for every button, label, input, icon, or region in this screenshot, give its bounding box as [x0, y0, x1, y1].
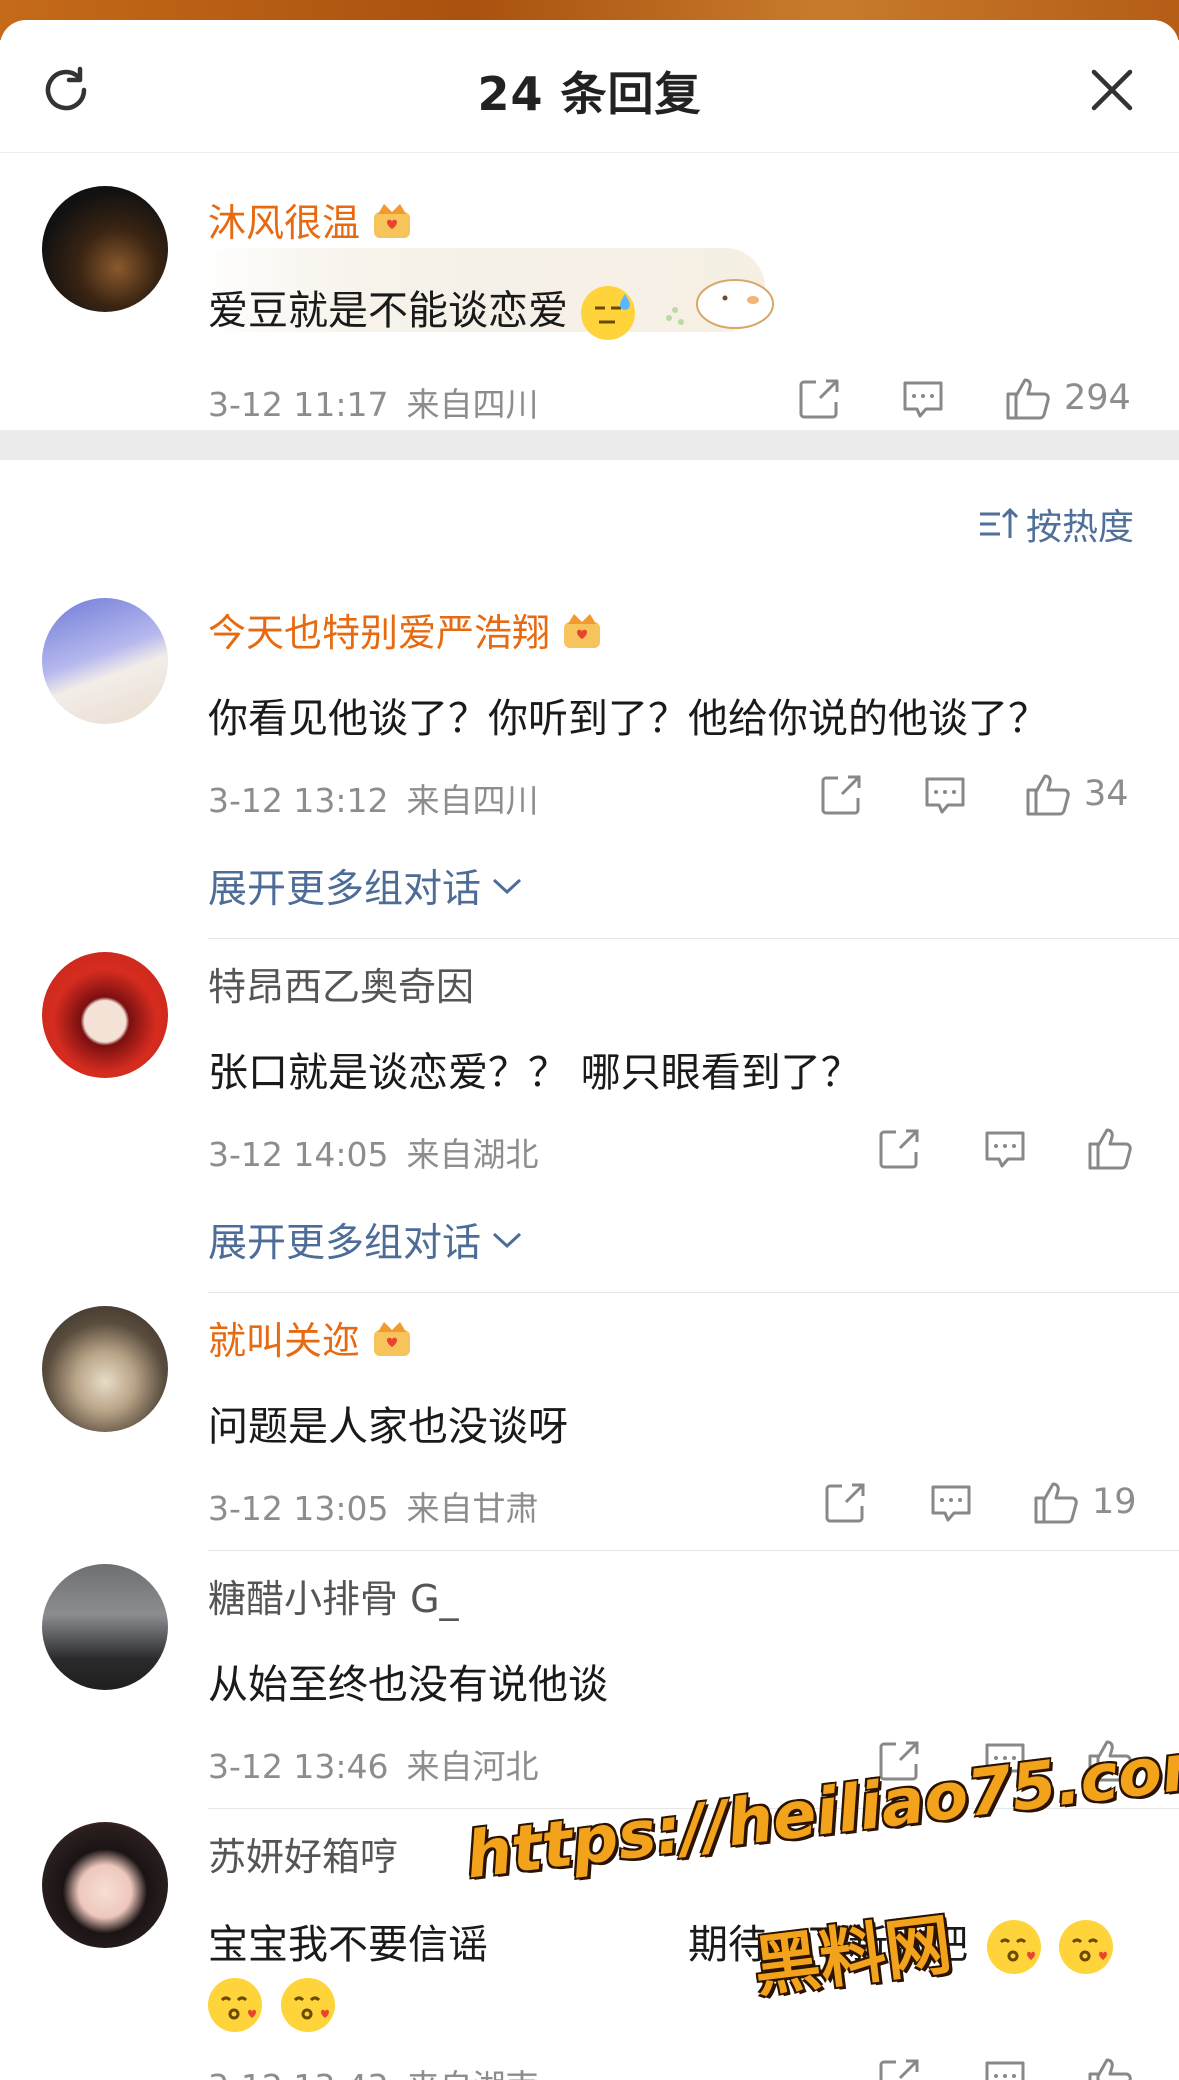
- share-icon: [876, 1126, 922, 1172]
- reply-button[interactable]: [982, 1126, 1028, 1172]
- comment-icon: [982, 1126, 1028, 1172]
- crown-badge-icon: [560, 610, 604, 650]
- avatar[interactable]: [42, 1822, 168, 1948]
- sort-label: 按热度: [1026, 507, 1135, 548]
- thumbs-up-icon: [1086, 1124, 1134, 1172]
- page-title: 24 条回复: [477, 67, 702, 121]
- username[interactable]: 就叫关迩: [208, 1310, 414, 1365]
- sheet-header: 24 条回复: [0, 20, 1179, 153]
- comment-icon: [900, 376, 946, 422]
- username-text[interactable]: 沐风很温: [208, 192, 360, 247]
- reply-button[interactable]: [900, 376, 946, 422]
- comment-text: 从始至终也没有说他谈: [208, 1662, 608, 1708]
- like-count: 19: [1092, 1482, 1137, 1522]
- username[interactable]: 沐风很温: [208, 192, 414, 247]
- location: 来自甘肃: [406, 1489, 539, 1528]
- kiss-face-emoji-icon: [986, 1920, 1041, 1974]
- sort-icon: [980, 507, 1018, 538]
- comment-text: 爱豆就是不能谈恋爱: [208, 278, 635, 340]
- thumbs-up-icon: [1086, 2054, 1134, 2080]
- location: 来自湖北: [406, 1135, 539, 1174]
- expand-more-link[interactable]: 展开更多组对话: [208, 1212, 523, 1268]
- location: 来自四川: [406, 781, 539, 820]
- timestamp: 3-12 13:46: [208, 1747, 389, 1786]
- sort-button[interactable]: 按热度: [978, 498, 1134, 550]
- row-divider: [208, 938, 1179, 939]
- share-icon: [796, 376, 842, 422]
- share-button[interactable]: [818, 772, 864, 818]
- username[interactable]: 特昂西乙奥奇因: [208, 956, 474, 1011]
- thumbs-up-icon: [1004, 374, 1052, 422]
- timestamp: 3-12 13:43: [208, 2067, 389, 2080]
- timestamp: 3-12 11:17: [208, 385, 389, 424]
- comment-text: 问题是人家也没谈呀: [208, 1404, 568, 1450]
- timestamp: 3-12 13:05: [208, 1489, 389, 1528]
- kiss-face-emoji-icon: [208, 1978, 262, 2032]
- thumbs-up-icon: [1032, 1478, 1080, 1526]
- watermark-url: https://heiliao75.com: [462, 1726, 1179, 1894]
- reply-sheet: 24 条回复 沐风很温 爱豆就是不能谈恋爱 3-12 11:17 来自四川 29…: [0, 20, 1179, 2080]
- comment-text: 你看见他谈了？你听到了？他给你说的他谈了？: [208, 696, 1048, 742]
- like-count: 34: [1084, 774, 1129, 814]
- username[interactable]: 糖醋小排骨 G_: [208, 1568, 459, 1623]
- share-icon: [822, 1480, 868, 1526]
- comment-meta: 3-12 13:05 来自甘肃: [208, 1482, 539, 1530]
- share-button[interactable]: [876, 2056, 922, 2080]
- row-divider: [208, 1550, 1179, 1551]
- share-icon: [876, 2056, 922, 2080]
- avatar[interactable]: [42, 1564, 168, 1690]
- share-button[interactable]: [796, 376, 842, 422]
- reply-button[interactable]: [922, 772, 968, 818]
- like-button[interactable]: 34: [1024, 770, 1129, 818]
- comment-icon: [928, 1480, 974, 1526]
- avatar[interactable]: [42, 952, 168, 1078]
- reply-button[interactable]: [982, 2056, 1028, 2080]
- sweat-face-emoji-icon: [580, 286, 635, 340]
- hamster-sticker-icon: [666, 279, 774, 329]
- timestamp: 3-12 13:12: [208, 781, 389, 820]
- comment-meta: 3-12 14:05 来自湖北: [208, 1128, 539, 1176]
- username[interactable]: 今天也特别爱严浩翔: [208, 602, 604, 657]
- comment-icon: [922, 772, 968, 818]
- share-button[interactable]: [822, 1480, 868, 1526]
- reply-button[interactable]: [928, 1480, 974, 1526]
- comment-text: 宝宝我不要信谣 期待一下新歌吧: [208, 1912, 1114, 1974]
- row-divider: [208, 1292, 1179, 1293]
- comment-meta: 3-12 13:46 来自河北: [208, 1740, 539, 1788]
- like-button[interactable]: [1086, 2054, 1146, 2080]
- chevron-down-icon: [492, 1232, 522, 1249]
- thumbs-up-icon: [1024, 770, 1072, 818]
- close-icon[interactable]: [1082, 60, 1142, 120]
- comment-meta: 3-12 11:17 来自四川: [208, 378, 539, 426]
- expand-more-link[interactable]: 展开更多组对话: [208, 858, 523, 914]
- like-button[interactable]: [1086, 1124, 1146, 1172]
- like-button[interactable]: 294: [1004, 374, 1131, 422]
- like-button[interactable]: 19: [1032, 1478, 1137, 1526]
- comment-meta: 3-12 13:43 来自湖南: [208, 2060, 539, 2080]
- watermark-name: 黑料网: [749, 1905, 956, 2007]
- kiss-face-emoji-icon: [280, 1978, 335, 2032]
- share-icon: [818, 772, 864, 818]
- location: 来自河北: [406, 1747, 539, 1786]
- avatar[interactable]: [42, 1306, 168, 1432]
- share-button[interactable]: [876, 1126, 922, 1172]
- username[interactable]: 苏妍好箱哼: [208, 1826, 398, 1881]
- location: 来自湖南: [407, 2067, 539, 2080]
- avatar[interactable]: [42, 598, 168, 724]
- section-divider: [0, 430, 1179, 460]
- comment-icon: [982, 2056, 1028, 2080]
- crown-badge-icon: [370, 1318, 414, 1358]
- timestamp: 3-12 14:05: [208, 1135, 389, 1174]
- like-count: 294: [1064, 378, 1131, 418]
- crown-badge-icon: [370, 200, 414, 240]
- chevron-down-icon: [492, 878, 522, 895]
- location: 来自四川: [406, 385, 539, 424]
- comment-text-line2: [208, 1978, 335, 2032]
- comment-text: 张口就是谈恋爱？？ 哪只眼看到了？: [208, 1050, 861, 1096]
- comment-meta: 3-12 13:12 来自四川: [208, 774, 539, 822]
- avatar[interactable]: [42, 186, 168, 312]
- kiss-face-emoji-icon: [1059, 1920, 1114, 1974]
